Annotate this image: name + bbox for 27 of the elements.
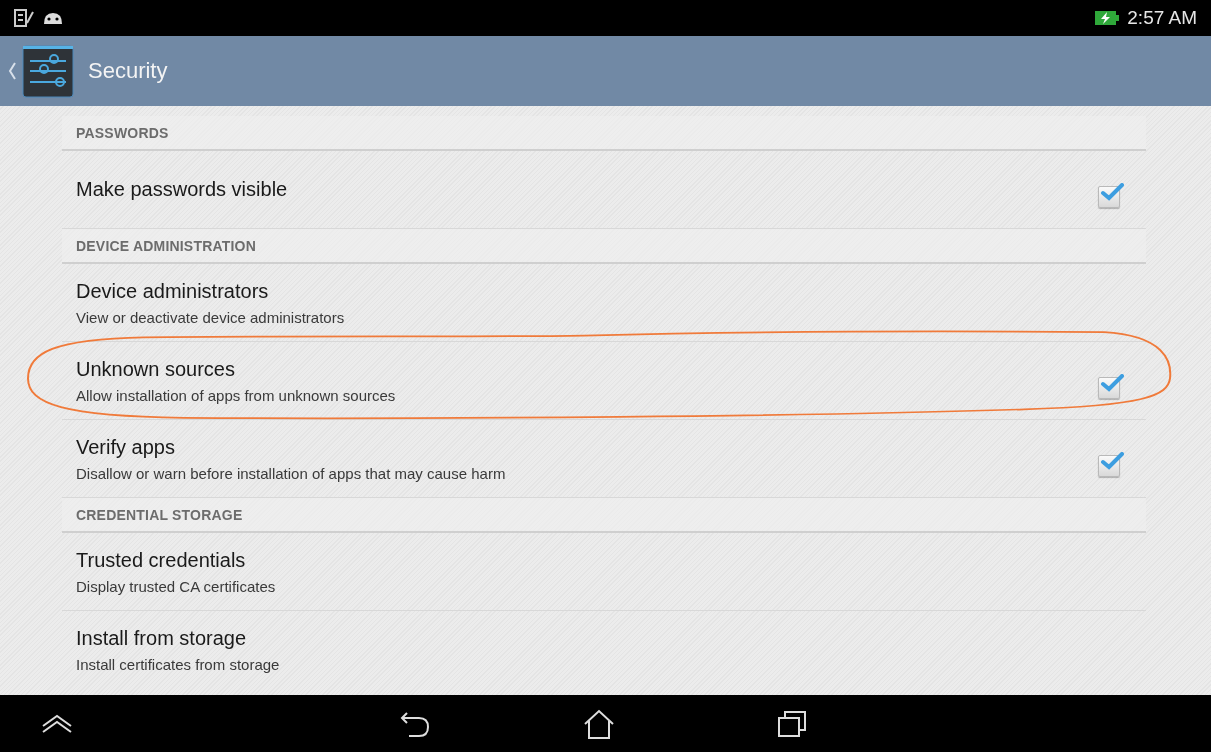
section-title: PASSWORDS [76, 124, 169, 141]
notes-icon [14, 9, 34, 27]
setting-summary: View or deactivate device administrators [76, 308, 346, 326]
setting-item[interactable]: Install from storage Install certificates from storage [62, 611, 1146, 689]
setting-summary: Disallow or warn before installation of apps that may cause harm [76, 464, 507, 482]
robot-icon [42, 11, 64, 25]
back-arrow-icon [399, 709, 431, 738]
setting-title: Verify apps [76, 435, 176, 459]
setting-title: Install from storage [76, 627, 248, 650]
setting-summary: Display trusted CA certificates [76, 577, 277, 595]
battery-charging-icon [1095, 10, 1120, 26]
section-title: CREDENTIAL STORAGE [76, 506, 243, 523]
clock-time: 2:57 AM [1127, 7, 1197, 29]
setting-title: Make passwords visible [76, 178, 289, 201]
setting-item[interactable]: Device administrators View or deactivate device administrators [62, 264, 1146, 342]
back-caret-icon[interactable] [8, 62, 16, 80]
screen-title: Security [88, 58, 168, 84]
setting-item[interactable]: Trusted credentials Display trusted CA certificates [62, 533, 1146, 611]
setting-title: Device administrators [76, 279, 270, 303]
setting-title: Trusted credentials [76, 548, 247, 572]
section-title: DEVICE ADMINISTRATION [76, 237, 256, 254]
setting-summary: Allow installation of apps from unknown sources [76, 386, 397, 404]
setting-summary: Install certificates from storage [76, 656, 281, 673]
recent-apps-icon [777, 709, 807, 738]
settings-icon [22, 44, 74, 98]
home-icon [583, 708, 615, 739]
setting-title: Unknown sources [76, 357, 236, 381]
